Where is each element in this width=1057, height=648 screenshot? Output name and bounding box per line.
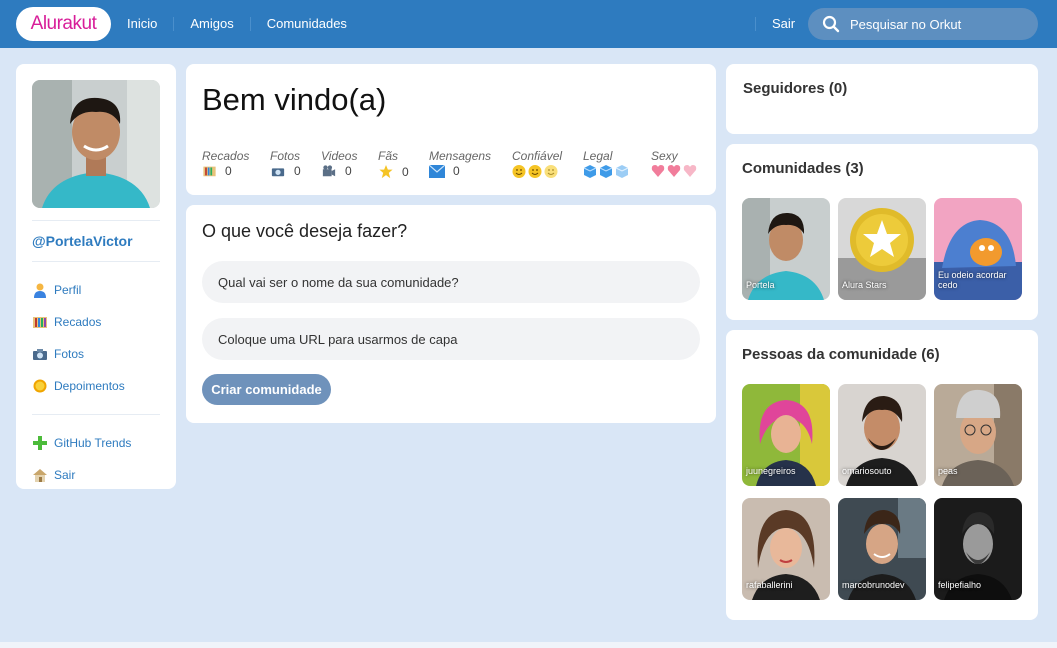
page-footer-strip — [0, 642, 1057, 648]
menu-item-label: Fotos — [54, 347, 85, 361]
search-box[interactable] — [808, 8, 1038, 40]
star-icon — [379, 164, 393, 179]
create-community-button[interactable]: Criar comunidade — [202, 374, 331, 405]
community-tile[interactable]: Portela — [742, 198, 830, 300]
plus-icon — [33, 436, 47, 450]
stat-value: 0 — [225, 164, 232, 178]
book-icon — [203, 166, 216, 177]
main-nav: Inicio Amigos Comunidades — [111, 0, 363, 48]
stats-row: Recados 0 Fotos 0 Videos 0 Fãs 0 Mensage… — [202, 149, 701, 179]
community-name: Portela — [746, 280, 775, 290]
community-url-input[interactable] — [218, 331, 678, 347]
menu-item-depoimentos[interactable]: Depoimentos — [32, 370, 160, 402]
stat-label: Sexy — [651, 149, 678, 163]
person-tile[interactable]: omariosouto — [838, 384, 926, 486]
profile-photo[interactable] — [32, 80, 160, 208]
stat-confiavel: Confiável — [512, 149, 583, 179]
smiley-icon — [512, 164, 583, 179]
profile-sidebar: @PortelaVictor Perfil Recados Fotos Depo… — [16, 64, 176, 489]
stat-label: Mensagens — [429, 149, 492, 163]
camera-icon — [271, 168, 285, 177]
stat-value: 0 — [453, 164, 460, 178]
person-tile[interactable]: juunegreiros — [742, 384, 830, 486]
nav-comunidades[interactable]: Comunidades — [251, 17, 363, 31]
video-camera-icon — [322, 165, 336, 177]
menu-item-label: Recados — [54, 315, 102, 329]
stat-value: 0 — [345, 164, 352, 178]
user-icon — [34, 283, 46, 298]
people-title: Pessoas da comunidade (6) — [742, 346, 940, 363]
stat-legal: Legal — [583, 149, 651, 179]
people-box: Pessoas da comunidade (6) juunegreiros o… — [726, 330, 1038, 620]
communities-box: Comunidades (3) Portela Alura Stars Eu o… — [726, 144, 1038, 320]
stat-label: Fotos — [270, 149, 301, 163]
welcome-box: Bem vindo(a) Recados 0 Fotos 0 Videos 0 … — [186, 64, 716, 195]
community-name-input[interactable] — [218, 274, 678, 290]
divider — [32, 220, 160, 221]
menu-item-label: Sair — [54, 468, 76, 482]
camera-icon — [33, 349, 47, 360]
stat-label: Fãs — [378, 149, 399, 163]
nav-amigos[interactable]: Amigos — [174, 17, 251, 31]
ice-cube-icon — [583, 164, 651, 179]
person-tile[interactable]: rafaballerini — [742, 498, 830, 600]
menu-item-label: Perfil — [54, 283, 82, 297]
divider — [32, 261, 160, 262]
stat-label: Recados — [202, 149, 250, 163]
communities-title: Comunidades (3) — [742, 160, 864, 177]
house-icon — [33, 469, 47, 482]
person-name: marcobrunodev — [842, 580, 905, 590]
create-title: O que você deseja fazer? — [202, 221, 408, 241]
stat-sexy: Sexy — [651, 149, 701, 179]
menu-item-recados[interactable]: Recados — [32, 306, 160, 338]
search-input[interactable] — [850, 16, 1020, 32]
menu-item-fotos[interactable]: Fotos — [32, 338, 160, 370]
stat-mensagens: Mensagens 0 — [429, 149, 512, 179]
book-icon — [33, 317, 47, 328]
person-name: rafaballerini — [746, 580, 793, 590]
heart-icon — [651, 164, 701, 178]
person-tile[interactable]: peas — [934, 384, 1022, 486]
alurakut-logo[interactable]: Alurakut — [16, 7, 111, 41]
welcome-title: Bem vindo(a) — [202, 82, 387, 117]
menu-item-github-trends[interactable]: GitHub Trends — [32, 427, 160, 459]
stat-fotos: Fotos 0 — [270, 149, 321, 179]
community-name-field[interactable] — [202, 261, 700, 303]
community-url-field[interactable] — [202, 318, 700, 360]
stat-label: Videos — [321, 149, 358, 163]
envelope-icon — [429, 164, 445, 178]
stat-value: 0 — [402, 164, 409, 179]
community-tile[interactable]: Alura Stars — [838, 198, 926, 300]
community-tile[interactable]: Eu odeio acordar cedo — [934, 198, 1022, 300]
stat-label: Legal — [583, 149, 613, 163]
person-name: omariosouto — [842, 466, 892, 476]
person-name: felipefialho — [938, 580, 982, 590]
profile-username[interactable]: @PortelaVictor — [32, 233, 160, 249]
person-tile[interactable]: marcobrunodev — [838, 498, 926, 600]
community-name: Eu odeio acordar cedo — [938, 270, 1007, 290]
top-bar: Alurakut Inicio Amigos Comunidades Sair — [0, 0, 1057, 48]
stat-recados: Recados 0 — [202, 149, 270, 179]
logout-link[interactable]: Sair — [755, 17, 795, 31]
community-name: Alura Stars — [842, 280, 887, 290]
person-name: juunegreiros — [746, 466, 796, 476]
stat-videos: Videos 0 — [321, 149, 378, 179]
menu-item-sair[interactable]: Sair — [32, 459, 160, 491]
stat-fas: Fãs 0 — [378, 149, 429, 179]
followers-box: Seguidores (0) — [726, 64, 1038, 134]
search-icon — [822, 15, 840, 33]
menu-item-label: GitHub Trends — [54, 436, 132, 450]
stat-value: 0 — [294, 164, 301, 178]
person-tile[interactable]: felipefialho — [934, 498, 1022, 600]
menu-item-perfil[interactable]: Perfil — [32, 274, 160, 306]
stat-label: Confiável — [512, 149, 563, 163]
person-name: peas — [938, 466, 958, 476]
divider — [32, 414, 160, 415]
create-community-box: O que você deseja fazer? Criar comunidad… — [186, 205, 716, 423]
followers-title: Seguidores (0) — [743, 80, 848, 97]
nav-inicio[interactable]: Inicio — [111, 17, 175, 31]
menu-item-label: Depoimentos — [54, 379, 125, 393]
sun-icon — [33, 379, 47, 393]
